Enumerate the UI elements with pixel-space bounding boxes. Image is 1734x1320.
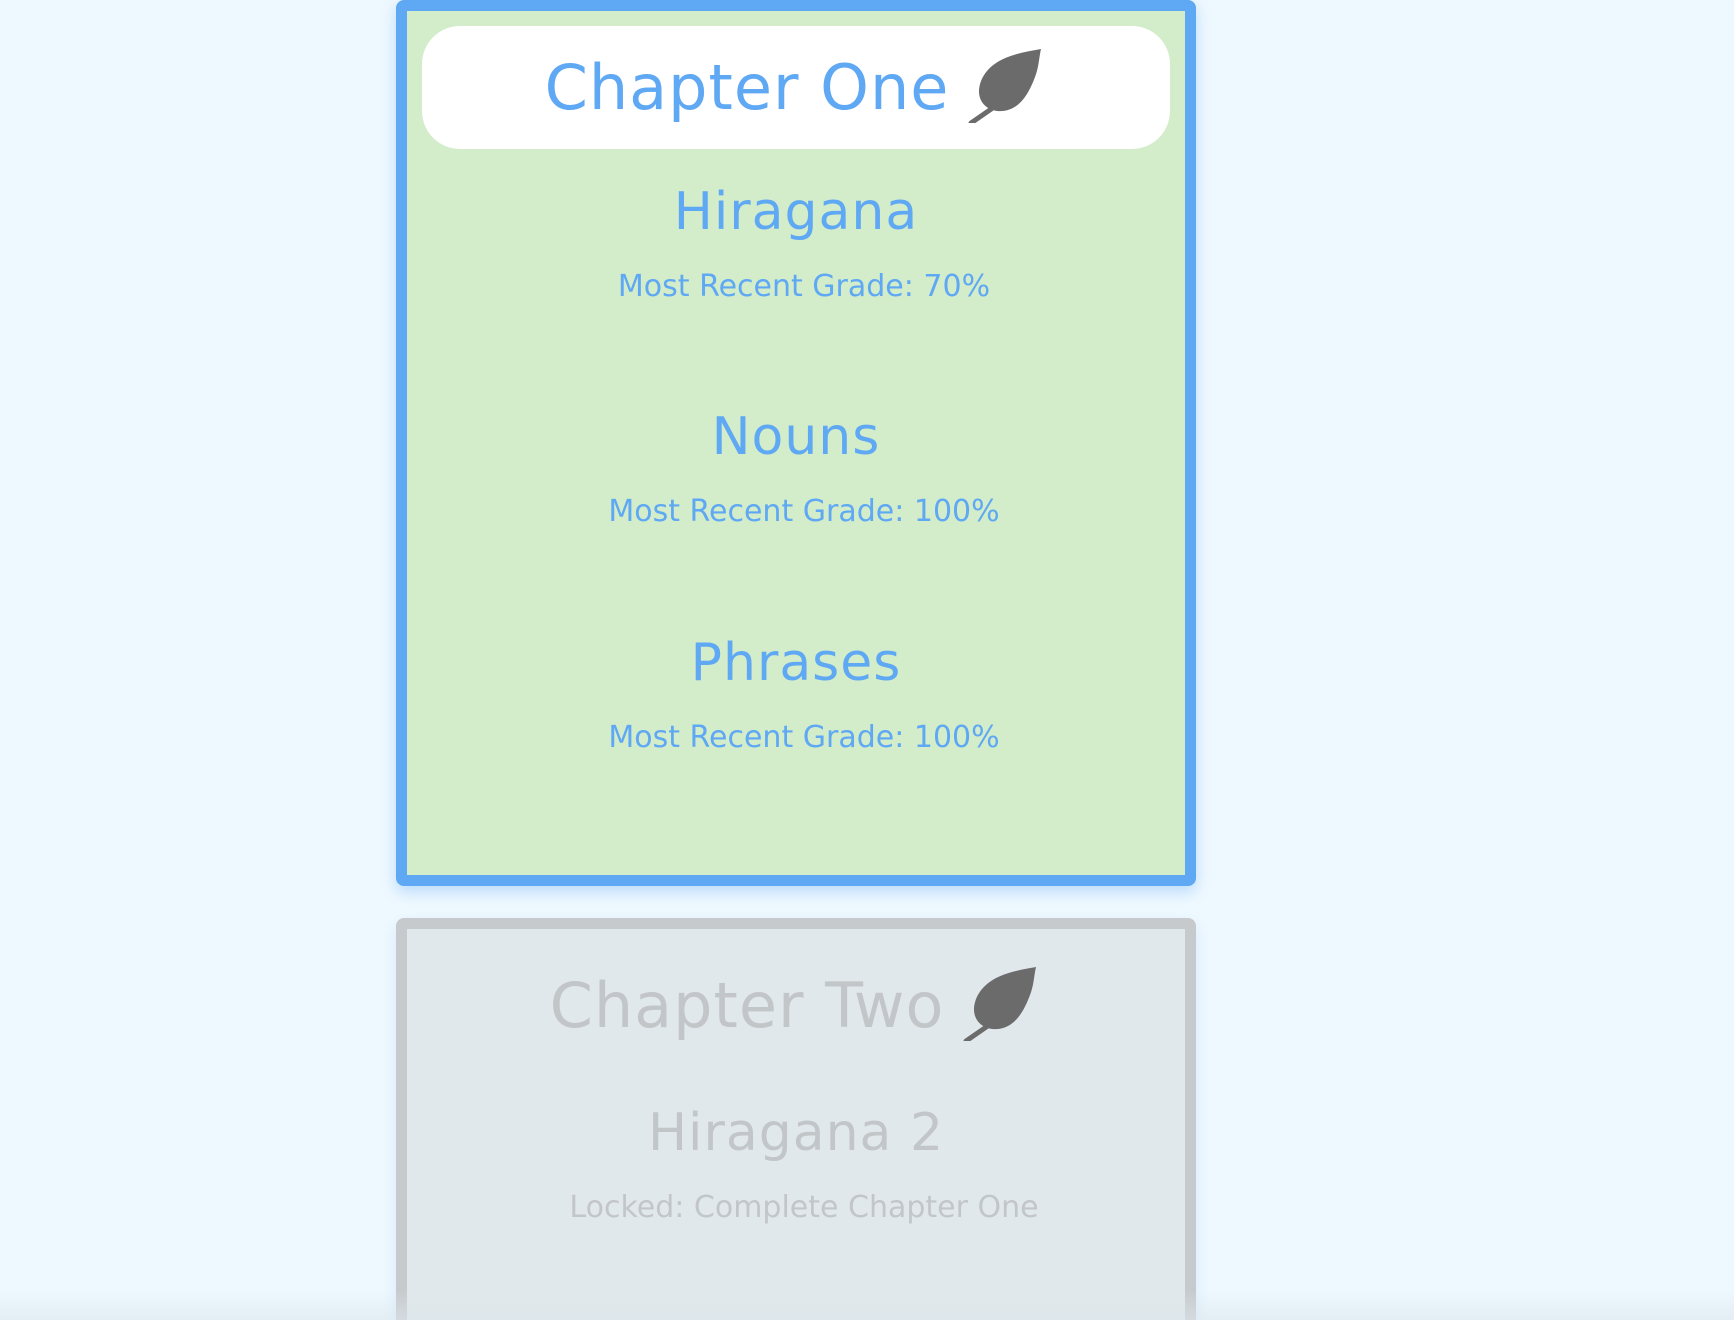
chapter-one-title: Chapter One: [544, 50, 950, 124]
lesson-title: Hiragana: [673, 182, 919, 242]
chapter-two-card: Chapter Two Hiragana 2 Locked: Complete …: [396, 918, 1196, 1320]
lesson-grade: Most Recent Grade: 70%: [617, 269, 991, 304]
lesson-hiragana[interactable]: Hiragana Most Recent Grade: 70%: [407, 186, 1185, 302]
lesson-locked-message: Locked: Complete Chapter One: [569, 1190, 1039, 1225]
lesson-grade: Most Recent Grade: 100%: [608, 494, 1000, 529]
page: Chapter One Hiragana Most Recent Grade: …: [0, 0, 1734, 1320]
lesson-hiragana-2: Hiragana 2 Locked: Complete Chapter One: [407, 1107, 1185, 1223]
lesson-title: Phrases: [690, 633, 902, 693]
lesson-title: Hiragana 2: [647, 1103, 945, 1163]
lesson-grade: Most Recent Grade: 100%: [608, 720, 1000, 755]
chapter-one-header: Chapter One: [422, 26, 1170, 149]
leaf-icon: [967, 47, 1047, 125]
chapter-two-title: Chapter Two: [549, 968, 945, 1042]
lesson-nouns[interactable]: Nouns Most Recent Grade: 100%: [407, 411, 1185, 527]
lesson-phrases[interactable]: Phrases Most Recent Grade: 100%: [407, 637, 1185, 753]
chapter-one-card: Chapter One Hiragana Most Recent Grade: …: [396, 0, 1196, 886]
lesson-title: Nouns: [711, 407, 881, 467]
chapter-two-header: Chapter Two: [422, 944, 1170, 1067]
leaf-icon: [962, 965, 1042, 1043]
